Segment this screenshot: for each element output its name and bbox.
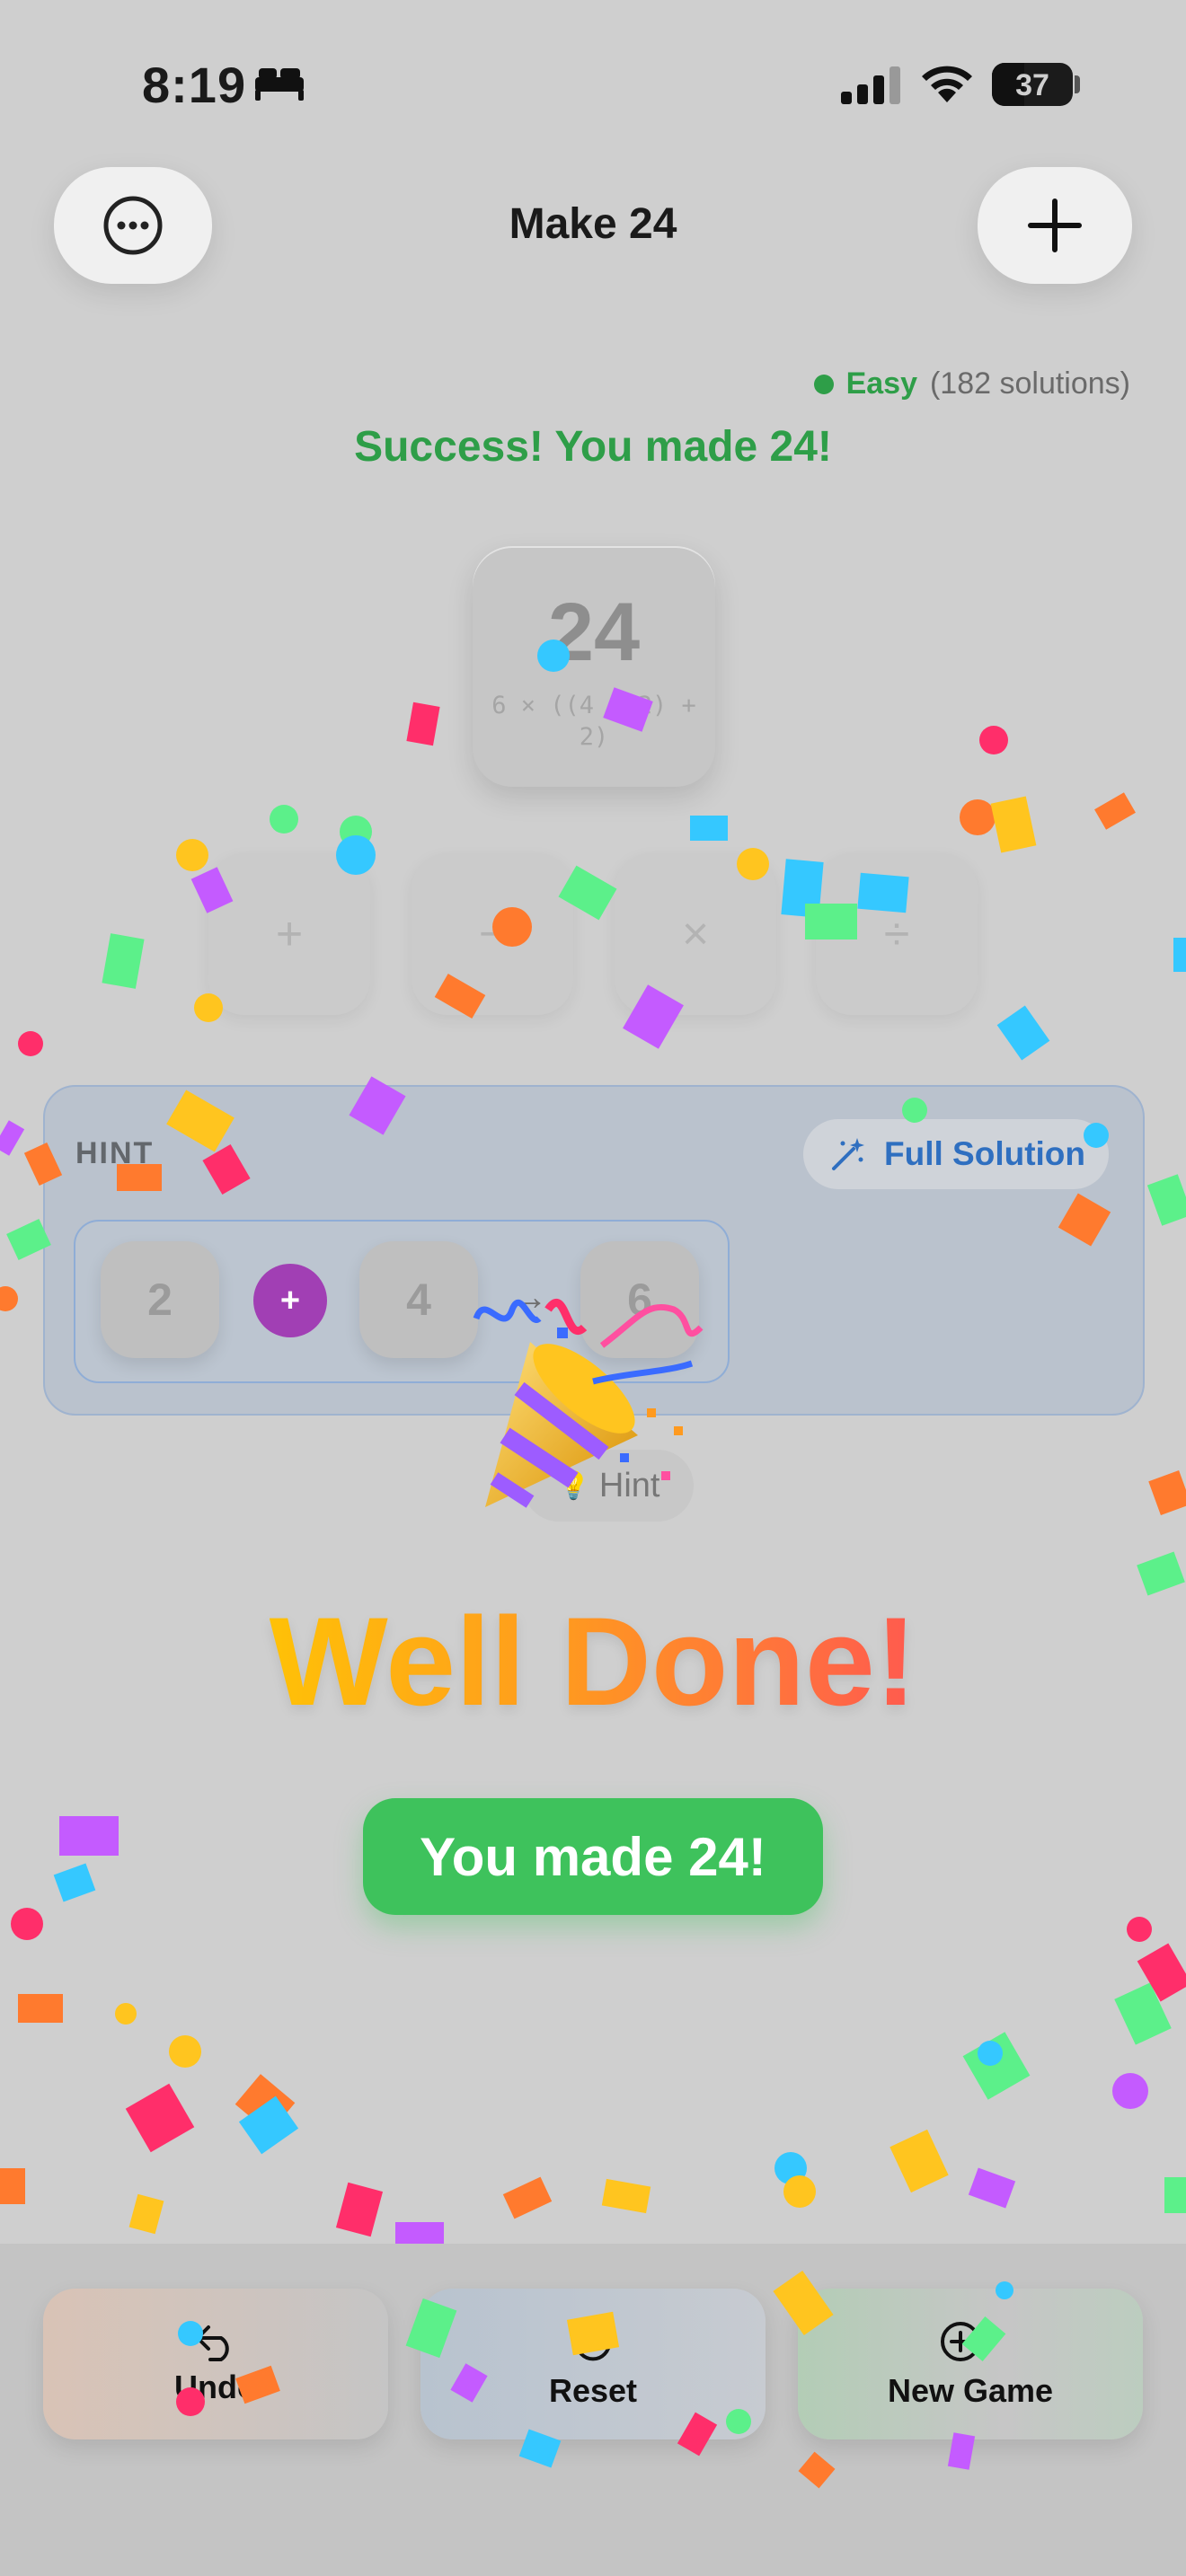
confetti-foreground [176,2270,1013,2489]
well-done-text: Well Done! [269,1591,917,1732]
you-made-24-badge: You made 24! [363,1798,823,1915]
party-popper-icon [473,1298,704,1508]
well-done-headline: Well Done! [0,1599,1186,1725]
confetti-layer [0,640,1186,2254]
